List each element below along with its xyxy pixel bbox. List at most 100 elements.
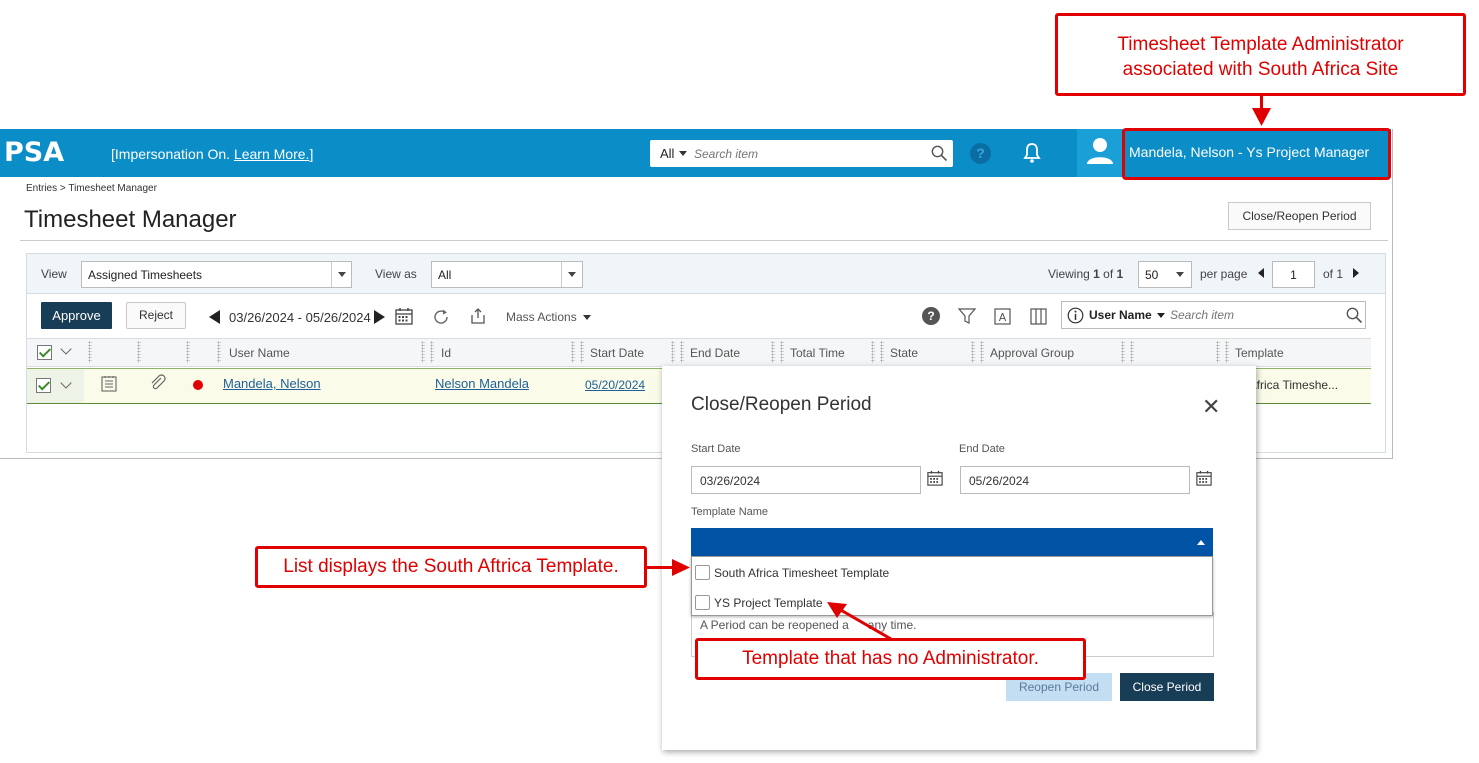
column-header-id[interactable]: Id bbox=[441, 346, 451, 360]
option-checkbox[interactable] bbox=[695, 565, 710, 580]
column-header-template[interactable]: Template bbox=[1235, 346, 1284, 360]
column-resize-handle[interactable] bbox=[771, 341, 775, 363]
svg-text:A: A bbox=[999, 311, 1007, 324]
next-range-icon[interactable] bbox=[374, 310, 385, 324]
template-name-label: Template Name bbox=[691, 506, 769, 518]
help-icon[interactable]: ? bbox=[970, 143, 991, 164]
chevron-down-icon[interactable] bbox=[1176, 272, 1184, 277]
column-header-user-name[interactable]: User Name bbox=[229, 346, 290, 360]
page-title: Timesheet Manager bbox=[24, 206, 237, 233]
column-resize-handle[interactable] bbox=[571, 341, 575, 363]
column-resize-handle[interactable] bbox=[980, 341, 984, 363]
breadcrumb: Entries > Timesheet Manager bbox=[26, 183, 157, 194]
column-header-approval-group[interactable]: Approval Group bbox=[990, 346, 1074, 360]
search-icon[interactable] bbox=[1346, 307, 1363, 324]
learn-more-link[interactable]: Learn More. bbox=[234, 146, 309, 162]
column-resize-handle[interactable] bbox=[780, 341, 784, 363]
help-icon[interactable]: ? bbox=[922, 307, 940, 325]
column-resize-handle[interactable] bbox=[421, 341, 425, 363]
dialog-title: Close/Reopen Period bbox=[691, 394, 872, 415]
column-resize-handle[interactable] bbox=[580, 341, 584, 363]
search-icon[interactable] bbox=[931, 145, 948, 162]
viewing-count: Viewing 1 of 1 bbox=[1048, 267, 1123, 281]
template-option-ys-project[interactable]: YS Project Template bbox=[714, 596, 823, 610]
column-header-start-date[interactable]: Start Date bbox=[590, 346, 644, 360]
prev-range-icon[interactable] bbox=[209, 310, 220, 324]
filter-icon[interactable] bbox=[958, 307, 976, 325]
column-resize-handle[interactable] bbox=[1225, 341, 1229, 363]
column-resize-handle[interactable] bbox=[971, 341, 975, 363]
global-search-input[interactable] bbox=[694, 141, 926, 166]
start-date-label: Start Date bbox=[691, 443, 741, 455]
attachment-icon[interactable] bbox=[149, 374, 167, 392]
template-option-south-africa[interactable]: South Africa Timesheet Template bbox=[714, 566, 889, 580]
status-dot bbox=[193, 380, 203, 390]
column-resize-handle[interactable] bbox=[137, 341, 141, 363]
close-reopen-period-button[interactable]: Close/Reopen Period bbox=[1228, 202, 1371, 230]
column-resize-handle[interactable] bbox=[1130, 341, 1134, 363]
row-checkbox[interactable] bbox=[36, 378, 51, 393]
chevron-up-icon[interactable] bbox=[1197, 540, 1205, 545]
chevron-down-icon[interactable] bbox=[568, 272, 576, 277]
callout-administrator-line2: associated with South Africa Site bbox=[1122, 59, 1399, 80]
close-period-button[interactable]: Close Period bbox=[1120, 673, 1214, 701]
user-name-link[interactable]: Mandela, Nelson bbox=[223, 376, 321, 391]
page-number-input[interactable]: 1 bbox=[1272, 261, 1315, 288]
mass-actions-menu[interactable]: Mass Actions bbox=[506, 310, 577, 324]
export-icon[interactable] bbox=[469, 307, 487, 325]
close-icon[interactable]: ✕ bbox=[1202, 394, 1220, 420]
end-date-field[interactable]: 05/26/2024 bbox=[960, 466, 1190, 494]
start-date-field[interactable]: 03/26/2024 bbox=[691, 466, 921, 494]
view-label: View bbox=[41, 267, 67, 281]
refresh-icon[interactable] bbox=[432, 308, 450, 326]
column-resize-handle[interactable] bbox=[217, 341, 221, 363]
column-resize-handle[interactable] bbox=[880, 341, 884, 363]
column-header-total-time[interactable]: Total Time bbox=[790, 346, 845, 360]
view-as-label: View as bbox=[375, 267, 417, 281]
prev-page-icon[interactable] bbox=[1258, 268, 1265, 278]
calendar-icon[interactable] bbox=[395, 307, 413, 325]
chevron-down-icon[interactable] bbox=[1157, 313, 1165, 318]
user-icon bbox=[1087, 138, 1113, 164]
divider bbox=[20, 240, 1388, 241]
option-checkbox[interactable] bbox=[695, 595, 710, 610]
id-link[interactable]: Nelson Mandela bbox=[435, 376, 529, 391]
column-resize-handle[interactable] bbox=[1121, 341, 1125, 363]
search-field-select[interactable]: User Name bbox=[1089, 308, 1152, 322]
column-header-end-date[interactable]: End Date bbox=[690, 346, 740, 360]
next-page-icon[interactable] bbox=[1353, 268, 1360, 278]
chevron-down-icon[interactable] bbox=[679, 151, 687, 156]
calendar-icon[interactable] bbox=[1196, 470, 1212, 486]
viewing-total: 1 bbox=[1116, 267, 1124, 281]
callout-arrow-head bbox=[1252, 108, 1271, 126]
select-all-checkbox[interactable] bbox=[37, 345, 52, 360]
column-resize-handle[interactable] bbox=[680, 341, 684, 363]
start-date-link[interactable]: 05/20/2024 bbox=[585, 378, 645, 392]
column-header-state[interactable]: State bbox=[890, 346, 918, 360]
app-logo[interactable]: PSA bbox=[4, 137, 64, 168]
end-date-label: End Date bbox=[959, 443, 1005, 455]
template-select[interactable] bbox=[691, 528, 1213, 556]
column-resize-handle[interactable] bbox=[671, 341, 675, 363]
avatar[interactable] bbox=[1077, 129, 1123, 177]
view-select[interactable]: Assigned Timesheets bbox=[81, 261, 352, 288]
approve-button[interactable]: Approve bbox=[41, 302, 112, 329]
chevron-down-icon[interactable] bbox=[583, 315, 591, 320]
callout-administrator: Timesheet Template Administrator associa… bbox=[1055, 13, 1466, 96]
columns-icon[interactable] bbox=[1030, 308, 1047, 325]
column-resize-handle[interactable] bbox=[1216, 341, 1220, 363]
search-scope-select[interactable]: All bbox=[660, 146, 674, 161]
info-icon[interactable] bbox=[1067, 307, 1084, 324]
column-resize-handle[interactable] bbox=[88, 341, 92, 363]
bell-icon[interactable] bbox=[1022, 142, 1042, 164]
chevron-down-icon[interactable] bbox=[338, 272, 346, 277]
grid-search-input[interactable] bbox=[1170, 304, 1338, 326]
column-resize-handle[interactable] bbox=[871, 341, 875, 363]
calendar-icon[interactable] bbox=[927, 470, 943, 486]
notes-icon[interactable] bbox=[101, 375, 117, 392]
reject-button[interactable]: Reject bbox=[126, 302, 186, 329]
column-resize-handle[interactable] bbox=[430, 341, 434, 363]
impersonation-notice: [Impersonation On. Learn More.] bbox=[111, 146, 313, 162]
column-resize-handle[interactable] bbox=[186, 341, 190, 363]
text-size-icon[interactable]: A bbox=[994, 308, 1011, 325]
